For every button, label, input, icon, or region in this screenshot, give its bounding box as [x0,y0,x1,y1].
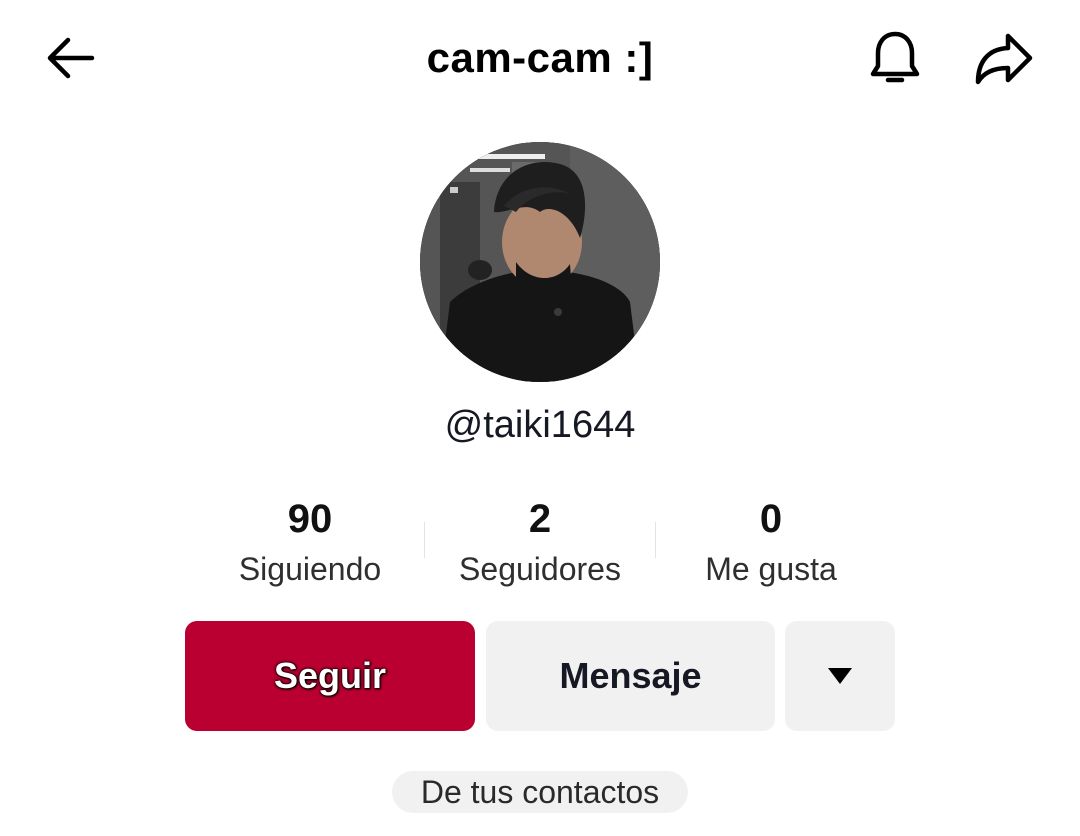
notification-button[interactable] [864,26,926,90]
follow-button[interactable]: Seguir [185,621,475,731]
followers-count: 2 [528,497,552,541]
profile-photo [420,142,660,382]
followers-label: Seguidores [459,551,621,587]
stat-following[interactable]: 90 Siguiendo [190,496,430,588]
following-label: Siguiendo [238,551,382,587]
top-bar: cam-cam :] [0,0,1080,120]
back-button[interactable] [40,30,100,86]
likes-count: 0 [759,497,783,541]
stat-followers[interactable]: 2 Seguidores [420,496,660,588]
message-button-label: Mensaje [559,655,702,696]
share-arrow-icon [975,33,1033,85]
message-button[interactable]: Mensaje [486,621,775,731]
avatar[interactable] [420,142,660,382]
username: @taiki1644 [444,404,636,446]
following-count: 90 [287,497,333,541]
more-options-button[interactable] [785,621,895,731]
follow-button-label: Seguir [273,655,387,696]
contacts-badge: De tus contactos [392,771,688,813]
contacts-badge-label: De tus contactos [420,773,660,810]
share-button[interactable] [972,28,1036,88]
likes-label: Me gusta [705,551,837,587]
stat-likes[interactable]: 0 Me gusta [651,496,891,588]
bell-icon [870,31,920,83]
caret-down-icon [828,668,852,684]
arrow-left-icon [47,37,95,79]
